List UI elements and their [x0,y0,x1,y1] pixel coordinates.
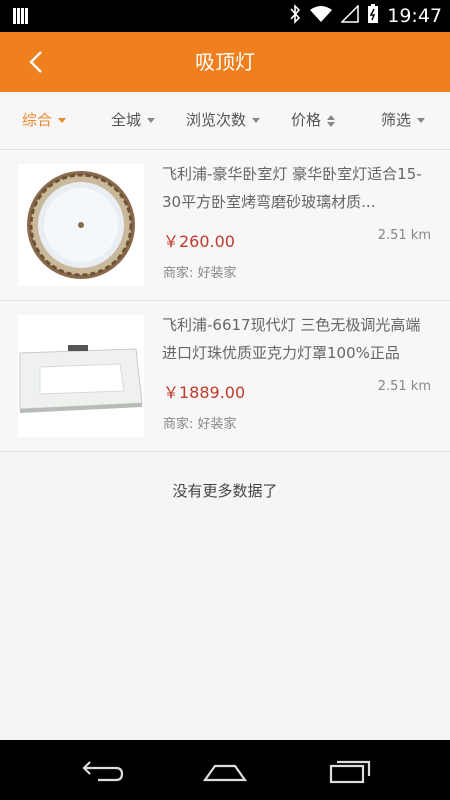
filter-label: 价格 [291,111,322,129]
product-list: 飞利浦-豪华卧室灯 豪华卧室灯适合15-30平方卧室烤弯磨砂玻璃材质... ￥2… [0,150,450,452]
product-item[interactable]: 飞利浦-6617现代灯 三色无极调光高端进口灯珠优质亚克力灯罩100%正品 ￥1… [0,301,450,452]
filter-label: 全城 [111,111,142,129]
product-image [18,315,144,437]
caret-down-icon [147,118,156,123]
product-distance: 2.51 km [377,228,431,243]
caret-down-icon [58,118,67,123]
filter-screen[interactable]: 筛选 [381,92,426,149]
caret-down-icon [252,118,261,123]
product-merchant: 商家: 好装家 [163,417,237,432]
recents-icon [329,760,371,784]
back-button[interactable] [22,47,52,77]
back-arrow-icon [82,761,124,782]
nav-back-button[interactable] [76,754,124,786]
app-bar: 吸顶灯 [0,32,450,92]
product-image [18,164,144,286]
signal-icon [340,4,359,27]
page-title: 吸顶灯 [195,50,255,74]
round-ceiling-lamp-icon [18,164,144,286]
storage-icon [13,8,29,28]
chevron-left-icon [29,51,42,73]
product-title: 飞利浦-豪华卧室灯 豪华卧室灯适合15-30平方卧室烤弯磨砂玻璃材质... [162,165,422,211]
caret-down-icon [417,118,426,123]
product-price: ￥260.00 [163,232,235,251]
product-merchant: 商家: 好装家 [163,266,237,281]
product-distance: 2.51 km [377,379,431,394]
filter-label: 综合 [22,111,53,129]
bluetooth-icon [289,4,301,28]
filter-label: 筛选 [381,111,412,129]
filter-city[interactable]: 全城 [111,92,156,149]
nav-home-button[interactable] [201,754,249,786]
filter-price[interactable]: 价格 [291,92,336,149]
filter-bar: 综合 全城 浏览次数 价格 筛选 [0,92,450,150]
system-nav-bar [0,740,450,800]
filter-label: 浏览次数 [186,111,247,129]
filter-views[interactable]: 浏览次数 [186,92,261,149]
filter-comprehensive[interactable]: 综合 [22,92,67,149]
product-price: ￥1889.00 [163,383,246,402]
sort-icon [327,114,336,127]
wifi-icon [309,5,333,27]
product-item[interactable]: 飞利浦-豪华卧室灯 豪华卧室灯适合15-30平方卧室烤弯磨砂玻璃材质... ￥2… [0,150,450,301]
battery-icon [367,4,379,28]
no-more-data-text: 没有更多数据了 [172,482,278,500]
status-time: 19:47 [387,5,442,27]
square-ceiling-lamp-icon [18,315,144,437]
product-title: 飞利浦-6617现代灯 三色无极调光高端进口灯珠优质亚克力灯罩100%正品 [162,316,421,362]
nav-recents-button[interactable] [327,754,375,786]
home-icon [202,764,248,782]
status-bar: 19:47 [0,0,450,32]
